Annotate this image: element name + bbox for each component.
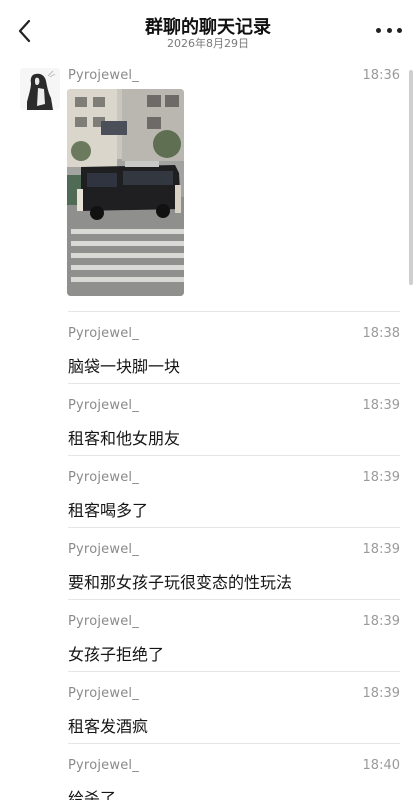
message-time: 18:39 <box>362 542 400 557</box>
message-item: Pyrojewel_ 18:40 给杀了 <box>68 758 400 800</box>
divider <box>68 527 400 528</box>
divider <box>68 599 400 600</box>
message-text: 女孩子拒绝了 <box>68 645 165 664</box>
message-item: Pyrojewel_ 18:39 租客发酒疯 <box>68 686 400 736</box>
divider <box>68 383 400 384</box>
scrollbar[interactable] <box>409 70 413 285</box>
message-image[interactable] <box>67 89 184 296</box>
more-horizontal-icon <box>376 27 381 33</box>
sender-name: Pyrojewel_ <box>68 470 139 485</box>
message-item: Pyrojewel_ 18:38 脑袋一块脚一块 <box>68 326 400 376</box>
message-item: Pyrojewel_ 18:36 <box>68 68 400 83</box>
message-text: 租客喝多了 <box>68 501 149 520</box>
message-time: 18:40 <box>362 758 400 773</box>
sender-name: Pyrojewel_ <box>68 398 139 413</box>
sender-name: Pyrojewel_ <box>68 326 139 341</box>
message-time: 18:39 <box>362 686 400 701</box>
message-time: 18:38 <box>362 326 400 341</box>
sender-name: Pyrojewel_ <box>68 758 139 773</box>
sender-name: Pyrojewel_ <box>68 614 139 629</box>
message-text: 要和那女孩子玩很变态的性玩法 <box>68 573 293 592</box>
message-item: Pyrojewel_ 18:39 女孩子拒绝了 <box>68 614 400 664</box>
sender-name: Pyrojewel_ <box>68 542 139 557</box>
message-time: 18:39 <box>362 614 400 629</box>
message-time: 18:39 <box>362 470 400 485</box>
divider <box>68 455 400 456</box>
divider <box>68 743 400 744</box>
message-time: 18:36 <box>362 68 400 83</box>
message-text: 脑袋一块脚一块 <box>68 357 181 376</box>
page-date: 2026年8月29日 <box>167 37 249 50</box>
message-text: 租客发酒疯 <box>68 717 149 736</box>
message-item: Pyrojewel_ 18:39 要和那女孩子玩很变态的性玩法 <box>68 542 400 592</box>
sender-name: Pyrojewel_ <box>68 686 139 701</box>
chat-history-header: 群聊的聊天记录 2026年8月29日 <box>0 0 416 58</box>
message-item: Pyrojewel_ 18:39 租客和他女朋友 <box>68 398 400 448</box>
message-text: 给杀了 <box>68 789 117 800</box>
sender-name: Pyrojewel_ <box>68 68 139 83</box>
avatar[interactable] <box>20 68 60 110</box>
more-button[interactable] <box>376 22 402 38</box>
divider <box>68 671 400 672</box>
divider <box>68 311 400 312</box>
message-item: Pyrojewel_ 18:39 租客喝多了 <box>68 470 400 520</box>
message-time: 18:39 <box>362 398 400 413</box>
message-text: 租客和他女朋友 <box>68 429 181 448</box>
